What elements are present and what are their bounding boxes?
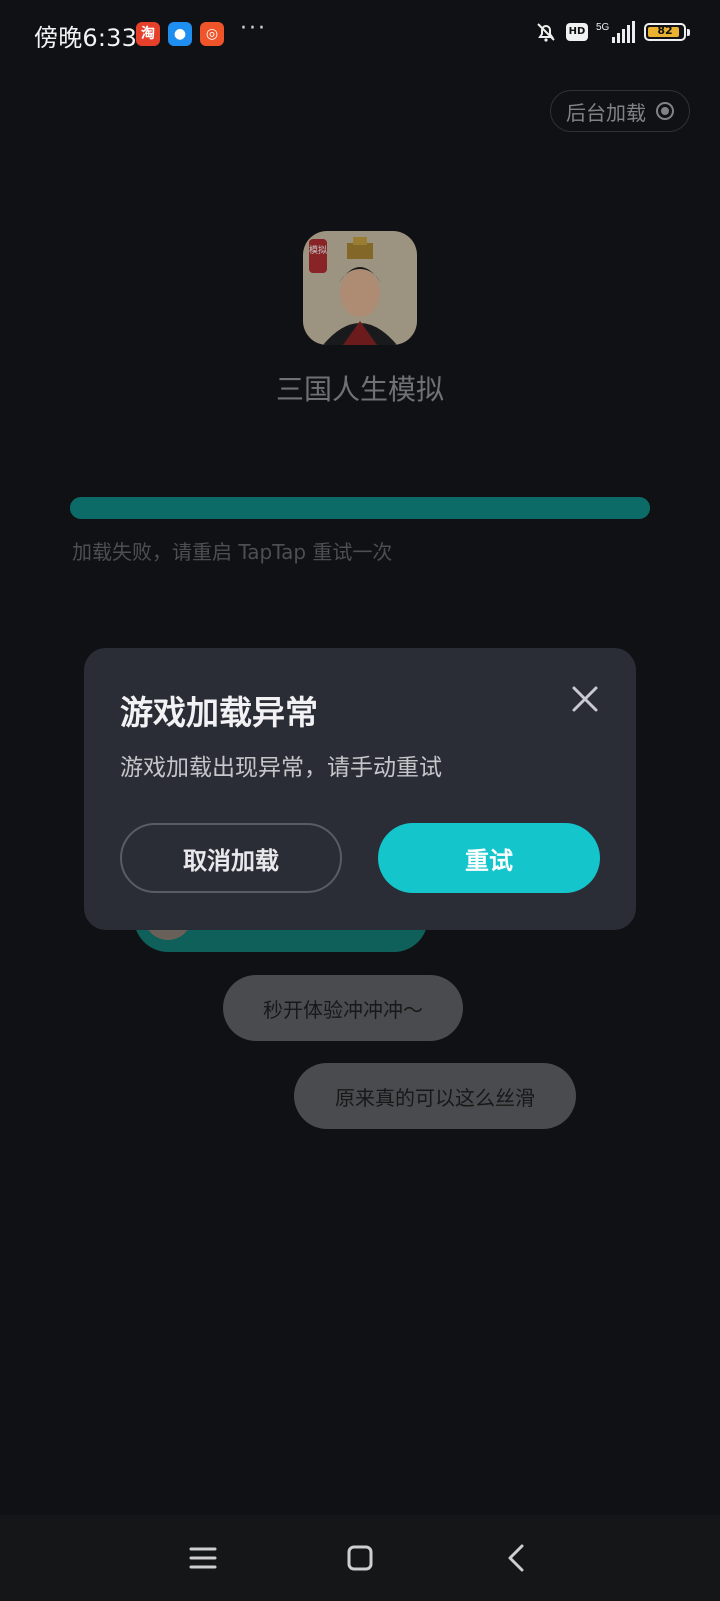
home-icon[interactable] bbox=[343, 1541, 377, 1575]
battery-icon: 82 bbox=[644, 23, 690, 41]
dialog-message: 游戏加载出现异常，请手动重试 bbox=[120, 755, 442, 781]
comment-bubble-text: 秒开体验冲冲冲～ bbox=[263, 997, 423, 1022]
loading-progress-bar bbox=[70, 497, 650, 519]
target-icon bbox=[656, 102, 674, 120]
system-icons: HD 5G 82 bbox=[534, 20, 690, 44]
battery-level: 82 bbox=[657, 24, 673, 37]
network-label: 5G bbox=[596, 22, 610, 33]
background-load-button[interactable]: 后台加载 bbox=[550, 90, 690, 132]
menu-icon[interactable] bbox=[186, 1541, 220, 1575]
retry-button[interactable]: 重试 bbox=[378, 823, 600, 893]
load-fail-message: 加载失败，请重启 TapTap 重试一次 bbox=[72, 540, 393, 564]
hd-icon: HD bbox=[566, 23, 588, 41]
dialog-title: 游戏加载异常 bbox=[120, 693, 318, 732]
kuaishou-icon: ◎ bbox=[200, 22, 224, 46]
background-load-label: 后台加载 bbox=[566, 100, 646, 125]
more-notifications-icon: ··· bbox=[240, 16, 267, 41]
taobao-icon: 淘 bbox=[136, 22, 160, 46]
game-icon-badge: 模拟 bbox=[309, 244, 327, 256]
signal-icon: 5G bbox=[596, 21, 635, 43]
status-bar: 傍晚6:33 淘 ● ◎ ··· HD 5G 82 bbox=[0, 0, 720, 70]
navigation-bar bbox=[0, 1515, 720, 1601]
progress-fill bbox=[70, 497, 650, 519]
message-bubble-icon: ● bbox=[168, 22, 192, 46]
notification-icons: 淘 ● ◎ bbox=[136, 22, 224, 46]
close-icon[interactable] bbox=[570, 684, 600, 714]
comment-bubble-text: 原来真的可以这么丝滑 bbox=[335, 1085, 535, 1110]
mute-bell-icon bbox=[537, 23, 555, 42]
load-error-dialog: 游戏加载异常 游戏加载出现异常，请手动重试 取消加载 重试 bbox=[84, 648, 636, 930]
comment-bubble: 秒开体验冲冲冲～ bbox=[223, 975, 463, 1041]
game-icon: 模拟 bbox=[303, 231, 417, 345]
comment-bubble: 原来真的可以这么丝滑 bbox=[294, 1063, 576, 1129]
cancel-load-button[interactable]: 取消加载 bbox=[120, 823, 342, 893]
status-time: 傍晚6:33 bbox=[34, 24, 138, 52]
back-icon[interactable] bbox=[500, 1541, 534, 1575]
game-title: 三国人生模拟 bbox=[275, 373, 444, 406]
